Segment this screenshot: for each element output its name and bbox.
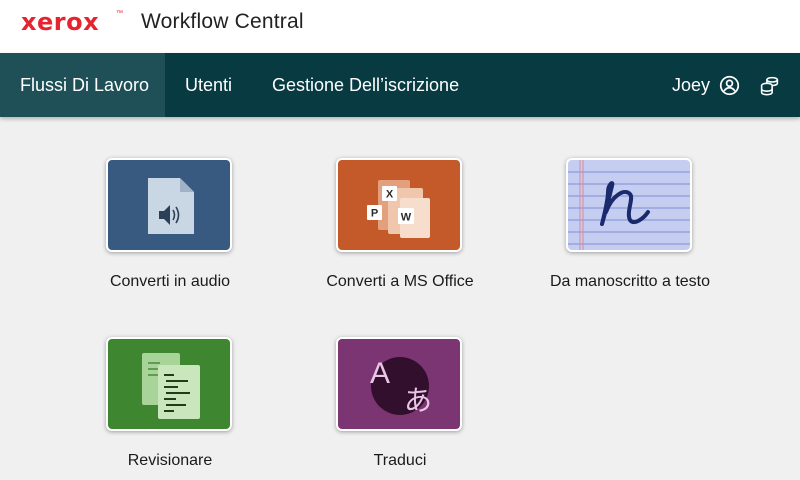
workflow-label-ms-office[interactable]: Converti a MS Office (280, 273, 520, 291)
workflow-tile-handwriting[interactable] (566, 158, 692, 252)
account-icon[interactable] (719, 75, 740, 96)
japanese-letter: あ (404, 384, 432, 417)
xerox-logo: xerox (21, 8, 100, 36)
excel-letter: X (386, 189, 394, 201)
nav-tab-workflows-label: Flussi Di Lavoro (20, 75, 150, 95)
workflow-label-review[interactable]: Revisionare (50, 452, 290, 470)
handwriting-icon (568, 160, 690, 250)
audio-file-icon (148, 178, 194, 234)
workflow-label-translate[interactable]: Traduci (280, 452, 520, 470)
workflow-tile-audio[interactable] (106, 158, 232, 252)
latin-letter: A (370, 357, 390, 390)
workflow-label-handwriting[interactable]: Da manoscritto a testo (510, 273, 750, 291)
nav-tab-enrollment[interactable]: Gestione Dell’iscrizione (272, 53, 459, 117)
powerpoint-letter: P (371, 208, 378, 220)
trademark-symbol: ™ (116, 10, 123, 17)
top-bar: xerox ™ Workflow Central (0, 0, 800, 53)
main-nav: Flussi Di Lavoro Utenti Gestione Dell’is… (0, 53, 800, 117)
nav-tab-workflows[interactable]: Flussi Di Lavoro (0, 53, 165, 117)
workflow-label-audio[interactable]: Converti in audio (50, 273, 290, 291)
workflow-tile-review[interactable] (106, 337, 232, 431)
workflow-tile-translate[interactable]: A あ (336, 337, 462, 431)
documents-icon (142, 353, 200, 419)
ms-office-icon: X P W (367, 180, 430, 238)
nav-tab-users[interactable]: Utenti (185, 53, 232, 117)
user-name[interactable]: Joey (672, 53, 710, 117)
app-title: Workflow Central (141, 10, 304, 33)
nav-tab-users-label: Utenti (185, 75, 233, 95)
workflow-tile-ms-office[interactable]: X P W (336, 158, 462, 252)
credits-icon[interactable] (759, 75, 780, 96)
word-letter: W (401, 212, 412, 224)
nav-tab-enrollment-label: Gestione Dell’iscrizione (272, 75, 460, 95)
translate-icon: A あ (370, 357, 432, 417)
